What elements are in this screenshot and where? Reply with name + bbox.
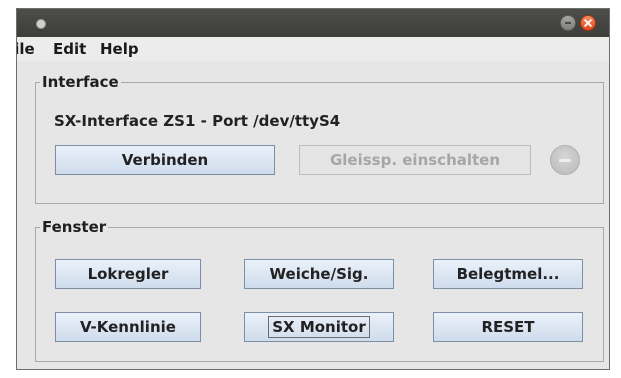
menu-help[interactable]: Help bbox=[100, 40, 139, 58]
interface-group-title: Interface bbox=[40, 72, 121, 92]
belegtmelder-button[interactable]: Belegtmel... bbox=[433, 259, 583, 289]
connect-button[interactable]: Verbinden bbox=[55, 145, 275, 175]
v-kennlinie-button[interactable]: V-Kennlinie bbox=[55, 312, 201, 342]
power-on-button[interactable]: Gleissp. einschalten bbox=[299, 145, 531, 175]
lokregler-button[interactable]: Lokregler bbox=[55, 259, 201, 289]
interface-status-label: SX-Interface ZS1 - Port /dev/ttyS4 bbox=[54, 112, 341, 130]
window-menu-icon[interactable] bbox=[36, 19, 46, 29]
sx-monitor-button[interactable]: SX Monitor bbox=[244, 312, 394, 342]
title-bar[interactable] bbox=[17, 9, 609, 37]
menu-edit[interactable]: Edit bbox=[53, 40, 86, 58]
menu-file[interactable]: File bbox=[17, 40, 35, 58]
reset-button[interactable]: RESET bbox=[433, 312, 583, 342]
close-icon[interactable] bbox=[580, 15, 596, 31]
fenster-group-title: Fenster bbox=[40, 217, 109, 237]
main-window: File Edit Help Interface SX-Interface ZS… bbox=[16, 8, 610, 370]
minimize-icon[interactable] bbox=[560, 15, 576, 31]
no-entry-icon bbox=[550, 145, 580, 175]
interface-group: Interface SX-Interface ZS1 - Port /dev/t… bbox=[35, 72, 604, 204]
fenster-group: Fenster Lokregler Weiche/Sig. Belegtmel.… bbox=[35, 217, 604, 362]
weiche-signal-button[interactable]: Weiche/Sig. bbox=[244, 259, 394, 289]
menu-bar: File Edit Help bbox=[17, 37, 609, 61]
